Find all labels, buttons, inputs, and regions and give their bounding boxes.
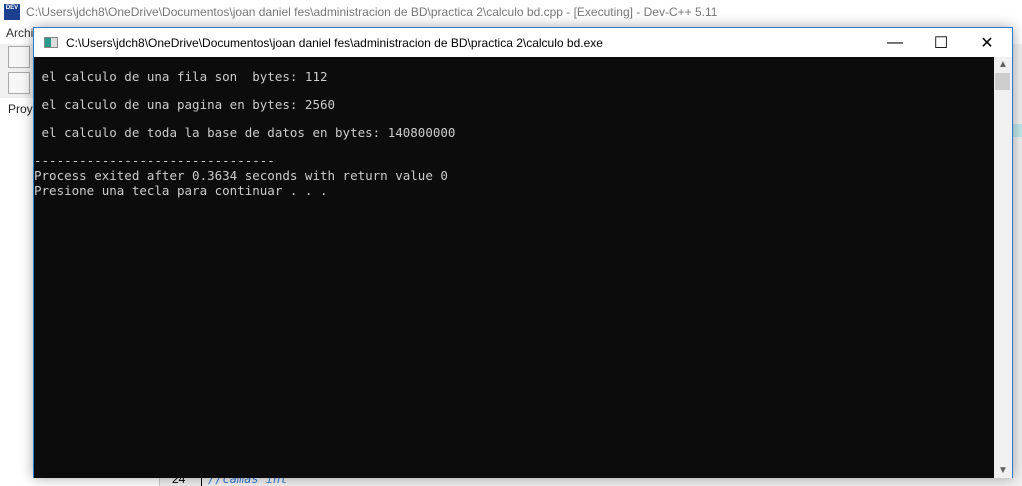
maximize-button[interactable]: ☐ <box>918 28 964 57</box>
devcpp-logo-icon: DEV <box>4 4 20 20</box>
console-title-bar[interactable]: C:\Users\jdch8\OneDrive\Documentos\joan … <box>34 28 1012 57</box>
console-output[interactable]: el calculo de una fila son bytes: 112 el… <box>34 57 994 478</box>
close-button[interactable]: ✕ <box>964 28 1010 57</box>
vertical-scrollbar[interactable]: ▲ ▼ <box>994 57 1012 478</box>
minimize-button[interactable]: — <box>872 28 918 57</box>
ide-title: C:\Users\jdch8\OneDrive\Documentos\joan … <box>26 5 718 19</box>
console-window[interactable]: C:\Users\jdch8\OneDrive\Documentos\joan … <box>33 27 1013 478</box>
ide-project-tab[interactable]: Proy <box>0 98 34 120</box>
output-line: Process exited after 0.3634 seconds with… <box>34 168 448 183</box>
scroll-down-icon[interactable]: ▼ <box>994 465 1012 476</box>
scroll-up-icon[interactable]: ▲ <box>994 59 1012 70</box>
output-line: Presione una tecla para continuar . . . <box>34 183 328 198</box>
output-line: el calculo de una fila son bytes: 112 <box>34 69 328 84</box>
ide-highlight <box>1012 124 1022 137</box>
console-app-icon <box>44 37 58 48</box>
ide-new-button[interactable] <box>8 46 30 68</box>
scrollbar-thumb[interactable] <box>995 73 1010 90</box>
output-separator: -------------------------------- <box>34 153 275 168</box>
ide-project-button[interactable] <box>8 72 30 94</box>
console-title: C:\Users\jdch8\OneDrive\Documentos\joan … <box>66 35 603 50</box>
ide-title-bar: DEV C:\Users\jdch8\OneDrive\Documentos\j… <box>0 0 1022 24</box>
output-line: el calculo de toda la base de datos en b… <box>34 125 456 140</box>
output-line: el calculo de una pagina en bytes: 2560 <box>34 97 336 112</box>
